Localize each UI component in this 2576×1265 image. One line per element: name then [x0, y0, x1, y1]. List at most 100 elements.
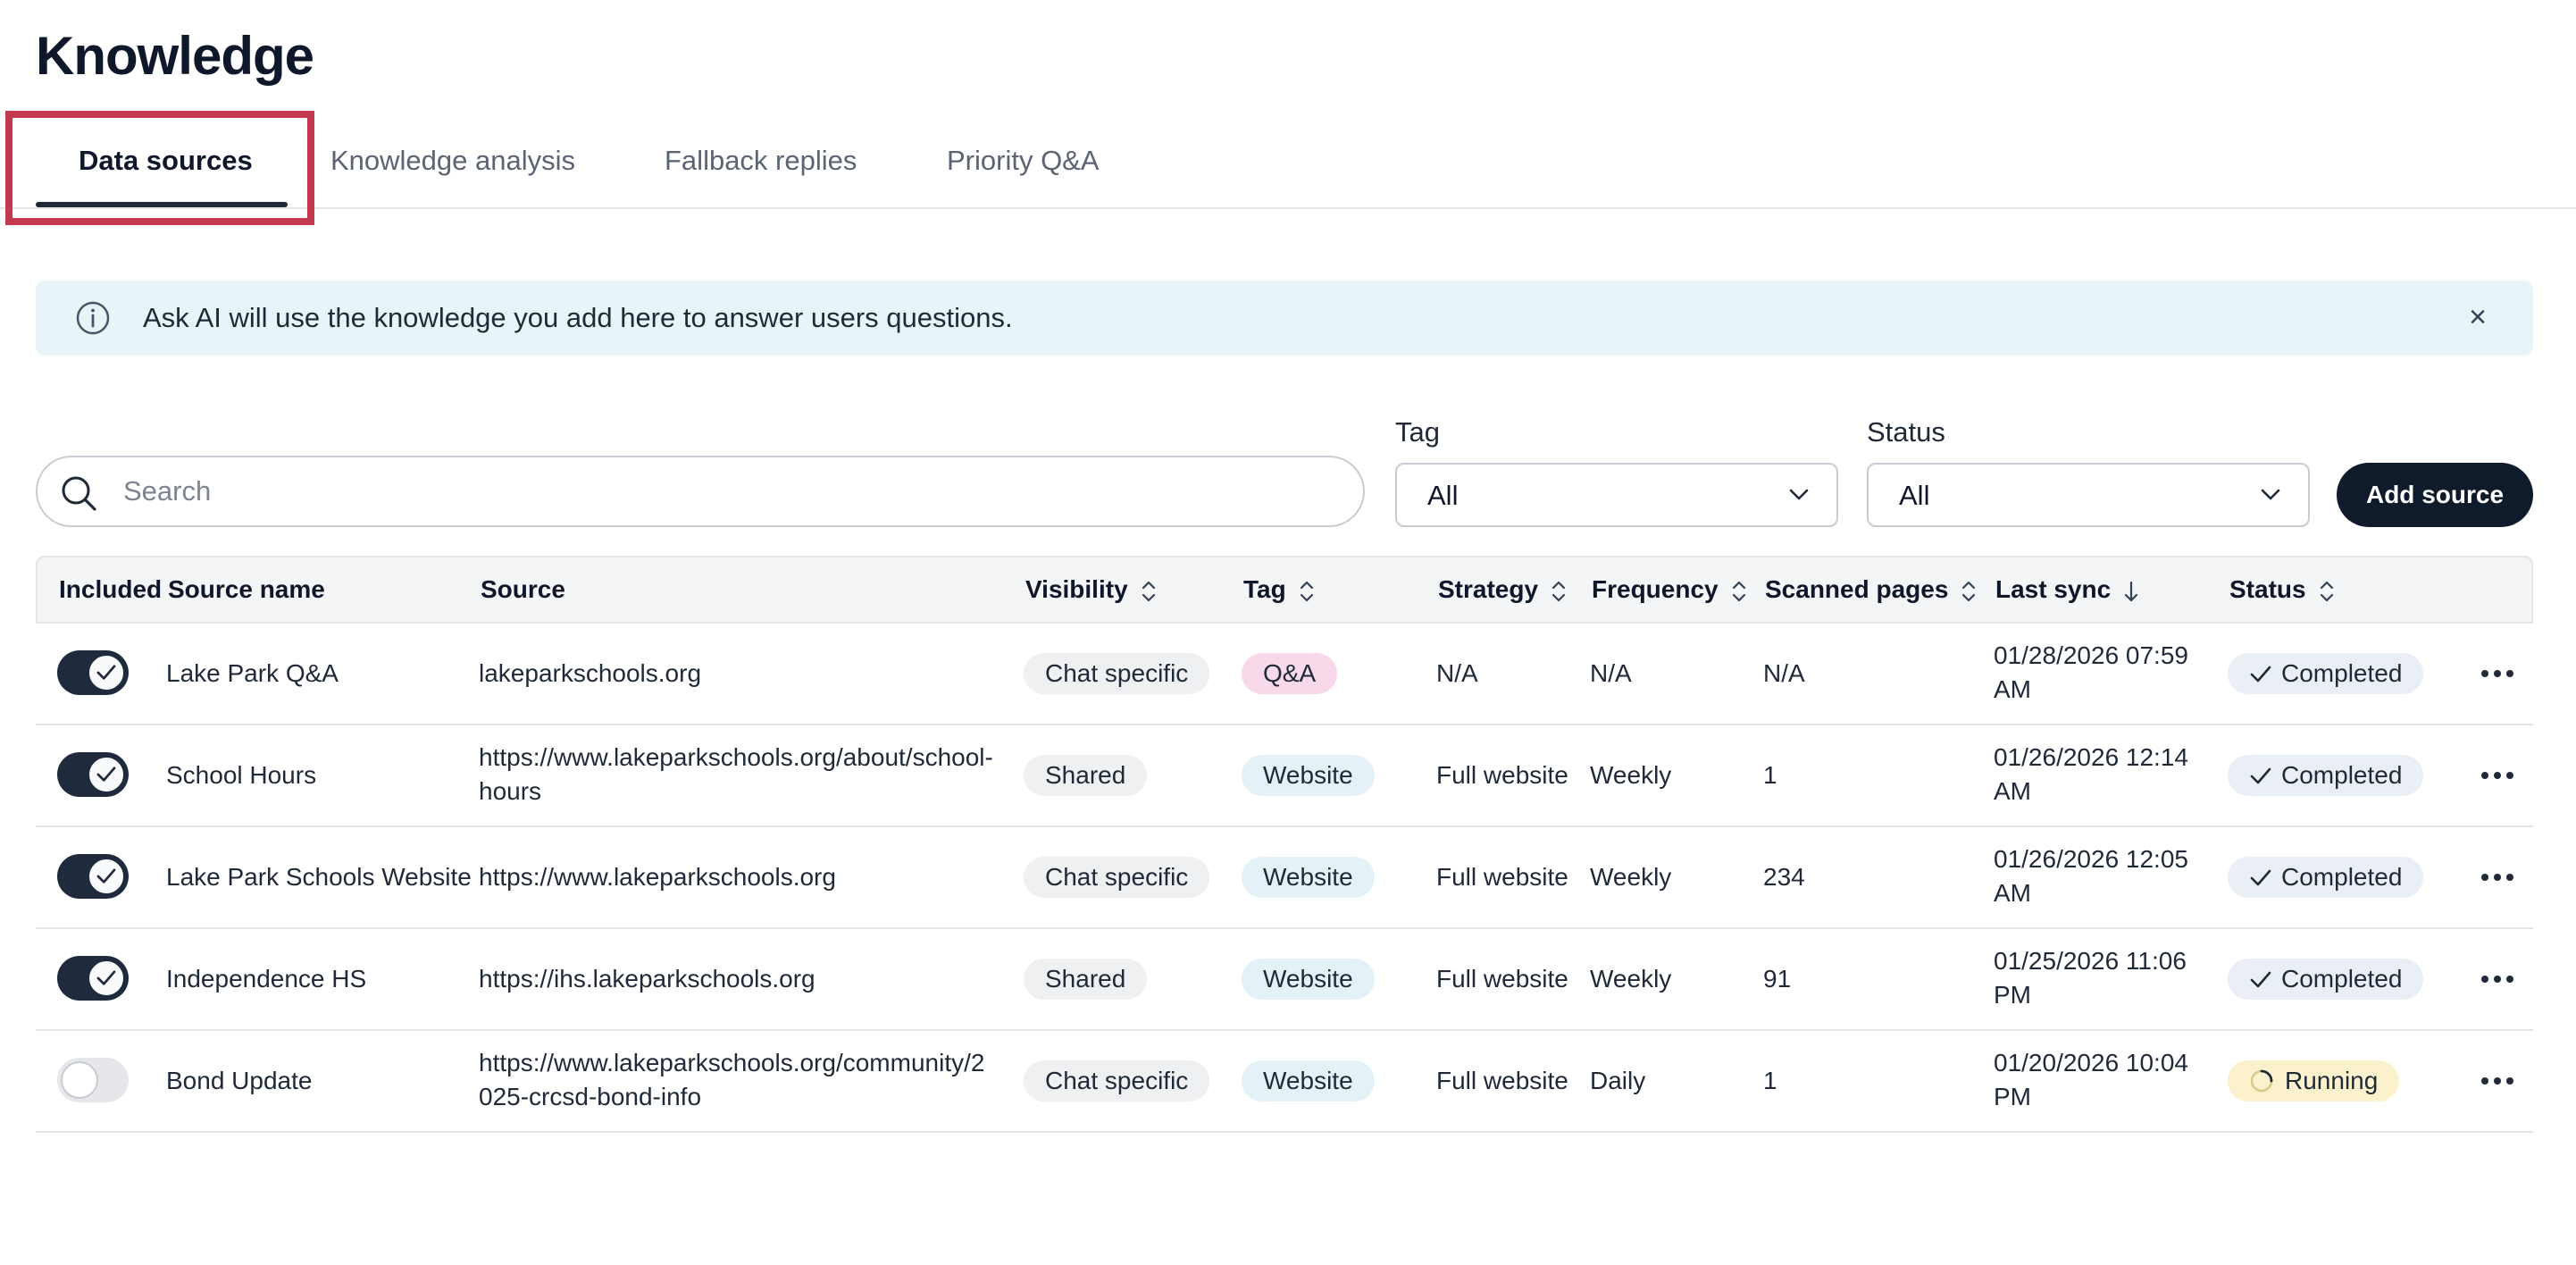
header-last-sync[interactable]: Last sync	[1995, 557, 2139, 622]
strategy-value: Full website	[1436, 965, 1568, 993]
tag-badge: Website	[1242, 857, 1375, 898]
last-sync-line: PM	[1994, 981, 2031, 1009]
checkmark-icon	[2250, 869, 2271, 886]
scanned-pages-value: 1	[1763, 761, 1777, 789]
search-box	[36, 456, 1365, 527]
table-row[interactable]: School Hours https://www.lakeparkschools.…	[36, 725, 2533, 827]
included-toggle[interactable]	[57, 1058, 129, 1102]
toggle-knob	[88, 654, 125, 691]
toggle-knob	[88, 756, 125, 793]
header-tag[interactable]: Tag	[1243, 557, 1315, 622]
scanned-pages-value: 91	[1763, 965, 1792, 993]
sort-desc-icon	[2125, 581, 2138, 601]
scanned-pages-value: 234	[1763, 863, 1805, 891]
sort-icon	[1551, 581, 1566, 601]
more-options-icon[interactable]	[2478, 661, 2517, 686]
included-toggle[interactable]	[57, 854, 129, 899]
last-sync-line: 01/26/2026 12:05	[1994, 845, 2188, 873]
table-row[interactable]: Bond Update https://www.lakeparkschools.o…	[36, 1031, 2533, 1133]
source-name: Lake Park Q&A	[166, 659, 339, 687]
strategy-value: Full website	[1436, 1067, 1568, 1094]
sort-icon	[1142, 581, 1155, 601]
check-icon	[96, 665, 116, 680]
more-options-icon[interactable]	[2478, 763, 2517, 788]
frequency-value: Weekly	[1590, 761, 1672, 789]
sort-icon	[1732, 581, 1745, 601]
header-frequency[interactable]: Frequency	[1592, 557, 1747, 622]
checkmark-icon	[2250, 971, 2271, 988]
status-filter-select[interactable]: All	[1867, 463, 2310, 527]
check-icon	[96, 970, 116, 985]
toggle-knob	[88, 959, 125, 997]
frequency-value: Weekly	[1590, 965, 1672, 993]
tab-knowledge-analysis[interactable]: Knowledge analysis	[330, 116, 575, 209]
header-scanned-pages[interactable]: Scanned pages	[1765, 557, 1977, 622]
info-icon	[76, 301, 110, 335]
toggle-knob	[61, 1061, 98, 1099]
header-last-sync-label: Last sync	[1995, 575, 2112, 603]
source-name: Bond Update	[166, 1067, 313, 1094]
header-frequency-label: Frequency	[1592, 575, 1719, 603]
header-tag-label: Tag	[1243, 575, 1286, 603]
status-badge: Completed	[2228, 653, 2424, 694]
status-filter-label: Status	[1867, 416, 1945, 448]
more-options-icon[interactable]	[2478, 967, 2517, 992]
strategy-value: Full website	[1436, 863, 1568, 891]
source-name: Independence HS	[166, 965, 367, 993]
scanned-pages-value: 1	[1763, 1067, 1777, 1094]
check-icon	[96, 767, 116, 782]
add-source-button[interactable]: Add source	[2337, 463, 2533, 527]
header-status[interactable]: Status	[2229, 557, 2335, 622]
header-strategy[interactable]: Strategy	[1438, 557, 1567, 622]
tab-priority-qa[interactable]: Priority Q&A	[947, 116, 1100, 209]
tag-filter-value: All	[1427, 480, 1459, 511]
page-title: Knowledge	[36, 26, 314, 86]
last-sync-line: AM	[1994, 879, 2031, 907]
info-banner: Ask AI will use the knowledge you add he…	[36, 281, 2533, 356]
visibility-badge: Chat specific	[1024, 857, 1210, 898]
status-badge: Completed	[2228, 959, 2424, 1000]
status-text: Running	[2285, 1067, 2379, 1094]
included-toggle[interactable]	[57, 752, 129, 797]
status-text: Completed	[2281, 659, 2403, 687]
table-header: Included Source name Source Visibility T…	[36, 556, 2533, 624]
last-sync-value: 01/26/2026 12:05 AM	[1994, 842, 2188, 910]
last-sync-line: PM	[1994, 1083, 2031, 1110]
sort-icon	[1962, 581, 1976, 601]
tag-filter-select[interactable]: All	[1395, 463, 1838, 527]
check-icon	[96, 868, 116, 884]
status-text: Completed	[2281, 965, 2403, 993]
chevron-down-icon	[1789, 489, 1809, 500]
table-row[interactable]: Lake Park Schools Website https://www.lak…	[36, 827, 2533, 929]
included-toggle[interactable]	[57, 650, 129, 695]
search-input[interactable]	[123, 466, 1338, 516]
status-filter-value: All	[1899, 480, 1930, 511]
tab-fallback-replies[interactable]: Fallback replies	[665, 116, 857, 209]
more-options-icon[interactable]	[2478, 1068, 2517, 1093]
last-sync-value: 01/26/2026 12:14 AM	[1994, 741, 2188, 808]
status-badge: Running	[2228, 1060, 2400, 1102]
last-sync-line: 01/28/2026 07:59	[1994, 641, 2188, 669]
table-row[interactable]: Lake Park Q&A lakeparkschools.org Chat spe…	[36, 624, 2533, 725]
tag-filter-label: Tag	[1395, 416, 1440, 448]
source-url: https://www.lakeparkschools.org/communit…	[479, 1046, 1015, 1114]
source-url: https://www.lakeparkschools.org	[479, 863, 836, 891]
table-row[interactable]: Independence HS https://ihs.lakeparkschoo…	[36, 929, 2533, 1031]
toggle-knob	[88, 858, 125, 895]
last-sync-line: 01/25/2026 11:06	[1994, 947, 2187, 975]
search-icon	[62, 476, 96, 511]
source-url: https://ihs.lakeparkschools.org	[479, 965, 815, 993]
frequency-value: Weekly	[1590, 863, 1672, 891]
tag-badge: Q&A	[1242, 653, 1338, 694]
header-visibility-label: Visibility	[1025, 575, 1128, 603]
close-icon[interactable]: ×	[2462, 302, 2494, 334]
frequency-value: N/A	[1590, 659, 1632, 687]
header-visibility[interactable]: Visibility	[1025, 557, 1157, 622]
source-url-line: hours	[479, 777, 542, 805]
status-badge: Completed	[2228, 755, 2424, 796]
highlight-annotation	[5, 111, 314, 225]
more-options-icon[interactable]	[2478, 865, 2517, 890]
included-toggle[interactable]	[57, 956, 129, 1001]
chevron-down-icon	[2261, 489, 2280, 500]
strategy-value: Full website	[1436, 761, 1568, 789]
